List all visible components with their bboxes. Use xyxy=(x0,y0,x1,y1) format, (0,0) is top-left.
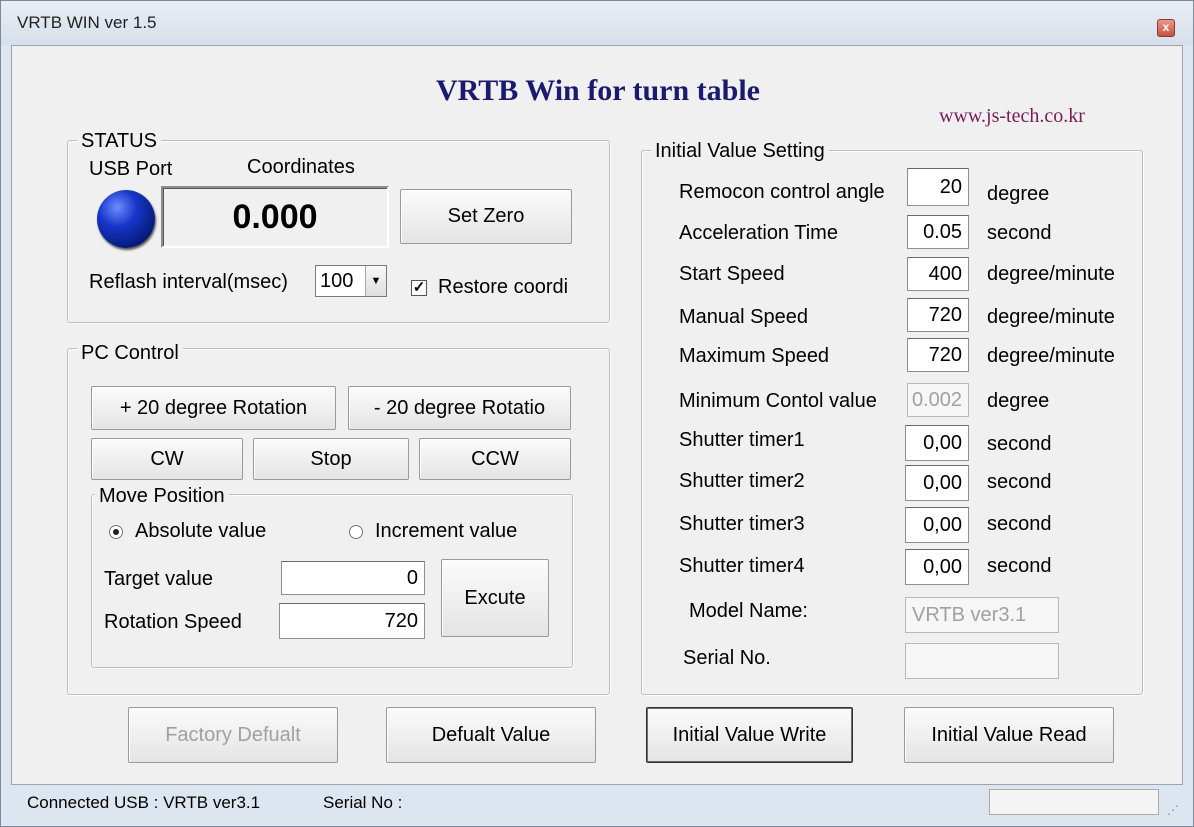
shutter-timer4-unit: second xyxy=(987,555,1052,577)
minus-rotation-button[interactable]: - 20 degree Rotatio xyxy=(348,386,571,430)
shutter-timer3-input[interactable]: 0,00 xyxy=(905,507,969,543)
ccw-button[interactable]: CCW xyxy=(419,438,571,480)
serial-no-label: Serial No. xyxy=(683,647,771,669)
stop-button[interactable]: Stop xyxy=(253,438,409,480)
reflash-interval-label: Reflash interval(msec) xyxy=(89,271,288,293)
chevron-down-icon[interactable]: ▼ xyxy=(365,266,386,296)
start-speed-label: Start Speed xyxy=(679,263,785,285)
minimum-control-label: Minimum Contol value xyxy=(679,390,877,412)
absolute-label[interactable]: Absolute value xyxy=(135,520,266,543)
restore-checkbox[interactable]: ✓ xyxy=(411,280,427,296)
start-speed-unit: degree/minute xyxy=(987,263,1115,285)
rotation-speed-label: Rotation Speed xyxy=(104,611,242,633)
usb-status-led xyxy=(97,190,155,248)
status-connected: Connected USB : VRTB ver3.1 xyxy=(27,793,261,812)
manual-speed-input[interactable]: 720 xyxy=(907,298,969,332)
shutter-timer1-unit: second xyxy=(987,433,1052,455)
coordinates-label: Coordinates xyxy=(247,156,355,178)
absolute-radio[interactable] xyxy=(109,525,123,539)
window-title: VRTB WIN ver 1.5 xyxy=(17,13,157,32)
initial-value-group-label: Initial Value Setting xyxy=(651,140,829,163)
model-name-field: VRTB ver3.1 xyxy=(905,597,1059,633)
rotation-speed-input[interactable]: 720 xyxy=(279,603,425,639)
acceleration-time-label: Acceleration Time xyxy=(679,222,838,244)
move-position-label: Move Position xyxy=(95,485,229,508)
shutter-timer2-input[interactable]: 0,00 xyxy=(905,465,969,501)
manual-speed-label: Manual Speed xyxy=(679,306,808,328)
shutter-timer3-label: Shutter timer3 xyxy=(679,513,805,535)
increment-label[interactable]: Increment value xyxy=(375,520,517,543)
status-panel xyxy=(989,789,1159,815)
remocon-angle-unit: degree xyxy=(987,183,1050,205)
title-bar[interactable]: VRTB WIN ver 1.5 x xyxy=(1,1,1193,45)
serial-no-field xyxy=(905,643,1059,679)
shutter-timer4-input[interactable]: 0,00 xyxy=(905,549,969,585)
factory-default-button: Factory Defualt xyxy=(128,707,338,763)
target-value-label: Target value xyxy=(104,568,213,590)
remocon-angle-input[interactable]: 20 xyxy=(907,168,969,206)
reflash-interval-value: 100 xyxy=(320,269,354,292)
shutter-timer3-unit: second xyxy=(987,513,1052,535)
status-bar: Connected USB : VRTB ver3.1 Serial No : … xyxy=(11,787,1183,823)
maximum-speed-input[interactable]: 720 xyxy=(907,338,969,372)
set-zero-button[interactable]: Set Zero xyxy=(400,189,572,244)
shutter-timer1-label: Shutter timer1 xyxy=(679,429,805,451)
remocon-angle-label: Remocon control angle xyxy=(679,181,885,203)
maximum-speed-label: Maximum Speed xyxy=(679,345,830,367)
manual-speed-unit: degree/minute xyxy=(987,306,1115,328)
status-group-label: STATUS xyxy=(77,130,161,153)
start-speed-input[interactable]: 400 xyxy=(907,257,969,291)
acceleration-time-input[interactable]: 0.05 xyxy=(907,215,969,249)
coordinates-display: 0.000 xyxy=(161,186,389,248)
pc-control-group-label: PC Control xyxy=(77,342,183,365)
minimum-control-unit: degree xyxy=(987,390,1050,412)
shutter-timer4-label: Shutter timer4 xyxy=(679,555,805,577)
target-value-input[interactable]: 0 xyxy=(281,561,425,595)
restore-label[interactable]: Restore coordi xyxy=(438,276,568,299)
model-name-label: Model Name: xyxy=(689,600,808,622)
plus-rotation-button[interactable]: + 20 degree Rotation xyxy=(91,386,336,430)
minimum-control-input: 0.002 xyxy=(907,383,969,417)
initial-value-read-button[interactable]: Initial Value Read xyxy=(904,707,1114,763)
status-serial: Serial No : xyxy=(323,793,403,812)
shutter-timer1-input[interactable]: 0,00 xyxy=(905,425,969,461)
usb-port-label: USB Port xyxy=(89,158,173,180)
cw-button[interactable]: CW xyxy=(91,438,243,480)
close-button[interactable]: x xyxy=(1157,19,1175,37)
app-heading: VRTB Win for turn table xyxy=(436,74,760,107)
website-url: www.js-tech.co.kr xyxy=(939,105,1085,127)
shutter-timer2-label: Shutter timer2 xyxy=(679,470,805,492)
increment-radio[interactable] xyxy=(349,525,363,539)
shutter-timer2-unit: second xyxy=(987,471,1052,493)
execute-button[interactable]: Excute xyxy=(441,559,549,637)
reflash-interval-select[interactable]: 100 ▼ xyxy=(315,265,387,297)
acceleration-time-unit: second xyxy=(987,222,1052,244)
maximum-speed-unit: degree/minute xyxy=(987,345,1115,367)
resize-grip-icon[interactable]: ⋰ xyxy=(1167,803,1179,817)
app-window: VRTB WIN ver 1.5 x VRTB Win for turn tab… xyxy=(0,0,1194,827)
default-value-button[interactable]: Defualt Value xyxy=(386,707,596,763)
initial-value-write-button[interactable]: Initial Value Write xyxy=(646,707,853,763)
